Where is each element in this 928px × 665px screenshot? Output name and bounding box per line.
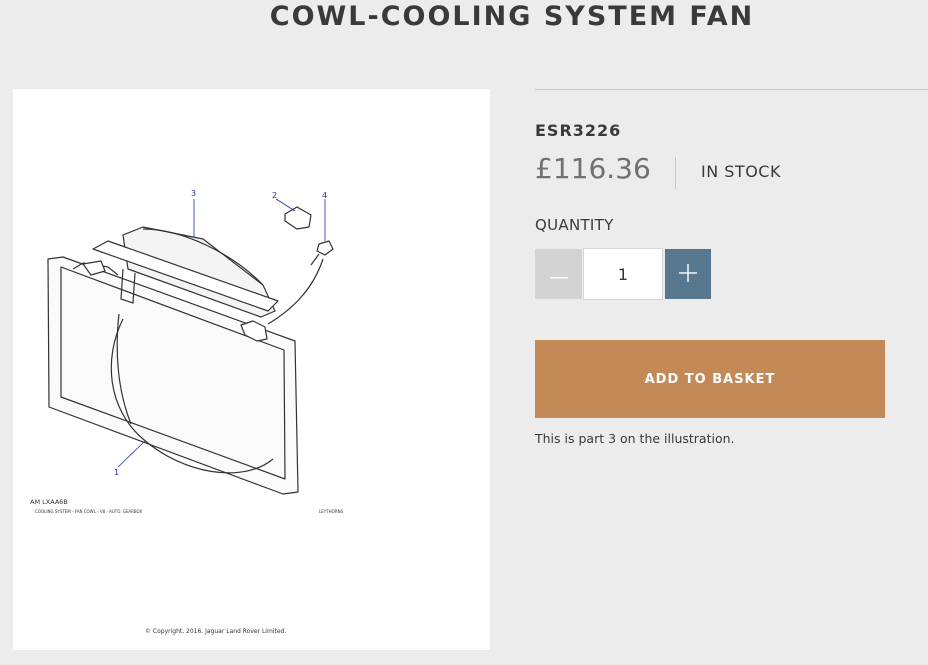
clip-part [284,206,312,230]
stock-status: IN STOCK [701,162,781,181]
quantity-input[interactable] [583,248,663,300]
plus-icon [679,263,697,285]
quantity-label: QUANTITY [535,216,614,234]
callout-2: 2 [272,191,277,200]
callout-4: 4 [322,191,327,200]
leader-1 [117,440,146,468]
leader-2 [275,198,296,212]
product-sku: ESR3226 [535,121,622,140]
diagram-caption: COOLING SYSTEM - FAN COWL - V8 - AUTO. G… [35,509,142,514]
quantity-decrease-button[interactable] [535,249,582,299]
add-to-basket-button[interactable]: ADD TO BASKET [535,340,885,418]
part-note: This is part 3 on the illustration. [535,431,735,446]
diagram-code: AM LXAA6B [30,498,68,506]
minus-icon [549,267,568,282]
copyright-text: © Copyright, 2016. Jaguar Land Rover Lim… [145,628,286,635]
screw-leader [267,258,324,325]
price-separator [675,157,676,189]
fan-cowl-diagram: 3 2 4 1 AM LXAA6B COOLING SYSTEM - FAN C… [30,189,344,635]
screw-head [316,240,334,256]
diagram-side-code: LEYTHORNS [319,509,344,514]
callout-1: 1 [114,468,119,477]
product-price: £116.36 [535,152,651,185]
parts-illustration: 3 2 4 1 AM LXAA6B COOLING SYSTEM - FAN C… [13,89,490,650]
divider [535,89,928,90]
callout-3: 3 [191,189,196,198]
page-title: COWL-COOLING SYSTEM FAN [269,1,755,32]
quantity-increase-button[interactable] [665,249,711,299]
screw-shank [310,253,320,266]
